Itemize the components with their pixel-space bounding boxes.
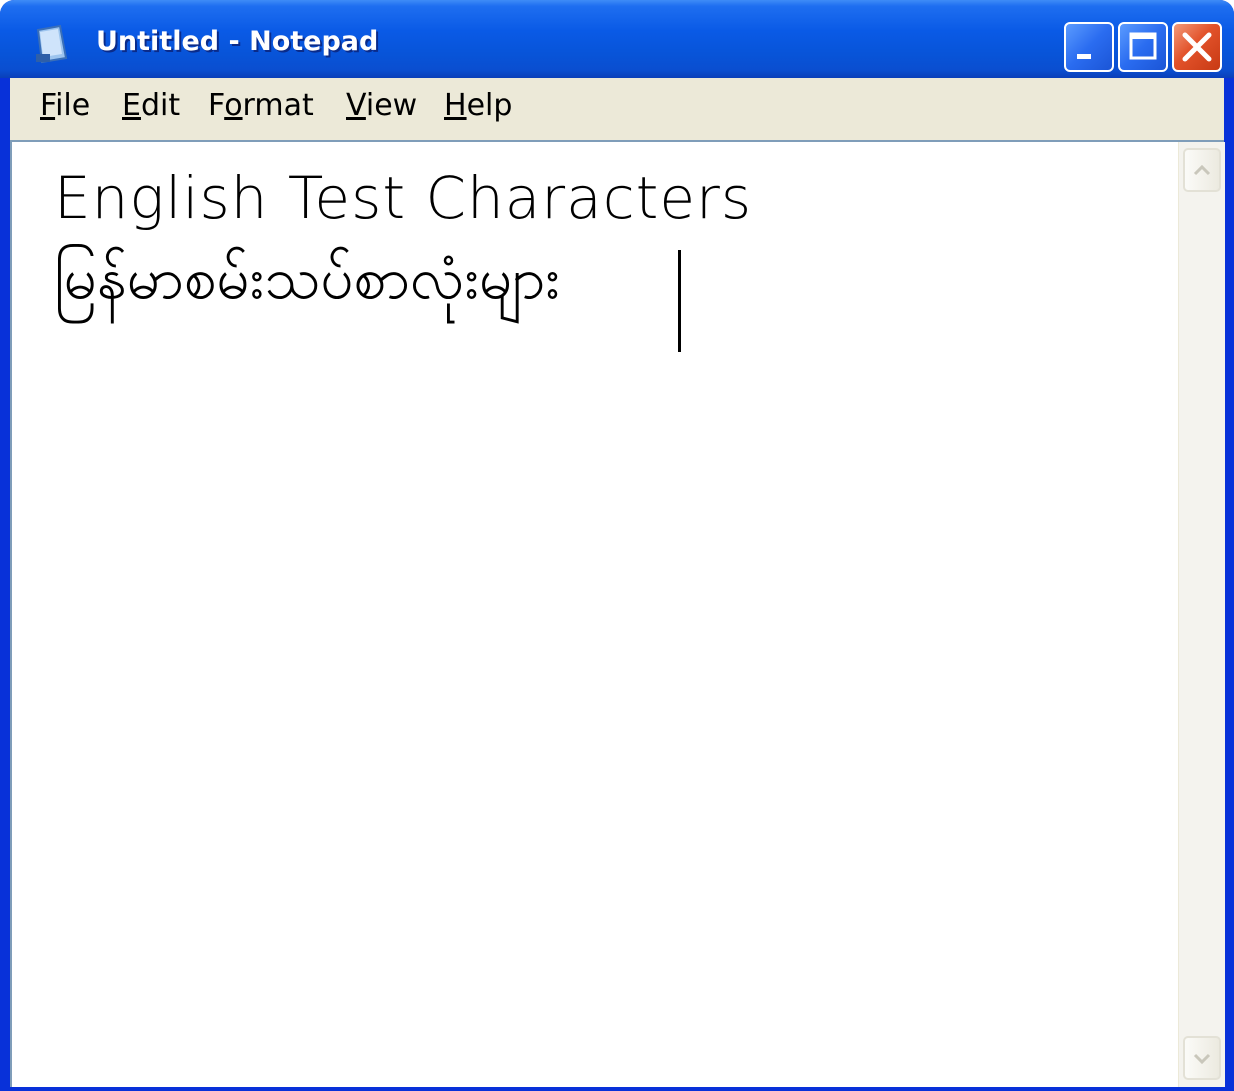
- menu-help[interactable]: Help: [444, 88, 512, 123]
- menu-file[interactable]: File: [40, 88, 90, 123]
- title-bar[interactable]: Untitled - Notepad: [0, 0, 1234, 78]
- editor-line-myanmar: မြန်မာစမ်းသပ်စာလုံးများ: [54, 244, 560, 312]
- scroll-up-button[interactable]: [1183, 148, 1221, 192]
- notepad-window: Untitled - Notepad File Edit Format View…: [0, 0, 1234, 1091]
- menu-view[interactable]: View: [346, 88, 417, 123]
- menu-bar: File Edit Format View Help: [10, 78, 1224, 140]
- menu-format[interactable]: Format: [208, 88, 314, 123]
- editor-line-english: English Test Characters: [54, 164, 753, 232]
- minimize-icon: [1077, 54, 1091, 59]
- text-caret: [678, 250, 681, 352]
- window-bottom-border: [0, 1087, 1234, 1091]
- minimize-button[interactable]: [1064, 22, 1114, 72]
- editor-frame: English Test Characters မြန်မာစမ်းသပ်စာလ…: [10, 140, 1225, 1087]
- text-editor[interactable]: English Test Characters မြန်မာစမ်းသပ်စာလ…: [12, 142, 1176, 1087]
- chevron-down-icon: [1193, 1053, 1211, 1065]
- menu-edit[interactable]: Edit: [122, 88, 180, 123]
- window-title: Untitled - Notepad: [96, 26, 379, 57]
- maximize-icon: [1129, 32, 1157, 60]
- close-button[interactable]: [1172, 22, 1222, 72]
- maximize-button[interactable]: [1118, 22, 1168, 72]
- scroll-down-button[interactable]: [1183, 1036, 1221, 1080]
- vertical-scrollbar[interactable]: [1178, 142, 1225, 1087]
- chevron-up-icon: [1193, 164, 1211, 176]
- close-icon: [1182, 32, 1212, 62]
- notepad-icon: [36, 24, 68, 64]
